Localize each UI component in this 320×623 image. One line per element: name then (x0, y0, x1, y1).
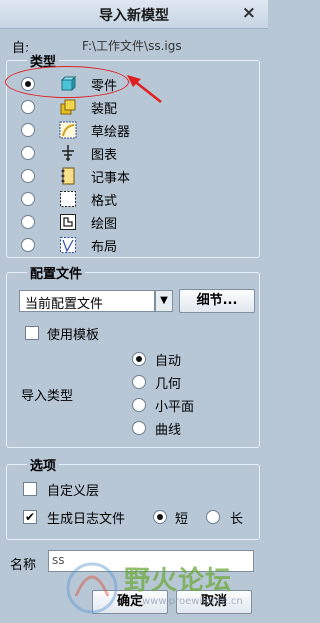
type-label-diagram: 图表 (91, 147, 118, 163)
config-group-label: 配置文件 (27, 263, 86, 282)
close-icon[interactable]: × (242, 3, 256, 23)
type-label-sketch: 草绘器 (91, 124, 131, 140)
type-option-drawing[interactable]: 绘图 (21, 212, 117, 232)
type-option-sketch[interactable]: 草绘器 (21, 120, 130, 140)
format-icon (60, 191, 76, 207)
generate-log-checkbox[interactable]: ✔ (23, 510, 37, 524)
import-label-curve: 曲线 (155, 423, 182, 438)
sketch-icon (59, 121, 77, 139)
ok-button[interactable]: 确定 (92, 590, 168, 614)
detail-button[interactable]: 细节... (179, 289, 255, 313)
cancel-button[interactable]: 取消 (176, 590, 252, 614)
type-radio-layout[interactable] (21, 238, 35, 252)
dialog-title: 导入新模型 (99, 8, 169, 24)
name-label: 名称 (10, 558, 37, 573)
import-radio-auto[interactable] (132, 352, 146, 366)
title-bar: 导入新模型 × (0, 0, 268, 29)
import-label-geometry: 几何 (155, 377, 182, 392)
import-label-auto: 自动 (155, 354, 182, 369)
annotation-ellipse (5, 66, 129, 98)
type-option-diagram[interactable]: 图表 (21, 143, 117, 163)
type-radio-assembly[interactable] (21, 100, 35, 114)
type-radio-drawing[interactable] (21, 215, 35, 229)
generate-log-label: 生成日志文件 (47, 512, 126, 527)
log-long-label: 长 (230, 512, 244, 527)
type-radio-notebook[interactable] (21, 169, 35, 183)
type-option-layout[interactable]: 布局 (21, 235, 117, 255)
type-label-notebook: 记事本 (91, 170, 131, 186)
type-radio-sketch[interactable] (21, 123, 35, 137)
log-long-radio[interactable] (206, 510, 220, 524)
import-radio-curve[interactable] (132, 421, 146, 435)
config-group: 配置文件 当前配置文件 ▼ 细节... 使用模板 导入类型 自动 几何 小平面 … (6, 263, 260, 448)
assembly-icon (60, 99, 76, 115)
import-radio-facet[interactable] (132, 398, 146, 412)
chevron-down-icon[interactable]: ▼ (155, 290, 173, 312)
use-template-label: 使用模板 (47, 328, 100, 343)
type-radio-format[interactable] (21, 192, 35, 206)
layout-icon (60, 237, 76, 253)
type-option-assembly[interactable]: 装配 (21, 97, 117, 117)
log-short-label: 短 (175, 512, 189, 527)
drawing-icon (60, 214, 76, 230)
log-short-radio[interactable] (153, 510, 167, 524)
annotation-arrow-icon (127, 75, 162, 103)
type-radio-diagram[interactable] (21, 146, 35, 160)
custom-layer-label: 自定义层 (47, 484, 100, 499)
type-option-notebook[interactable]: 记事本 (21, 166, 130, 186)
import-label-facet: 小平面 (155, 400, 195, 415)
name-input[interactable]: ss (48, 550, 254, 572)
custom-layer-checkbox[interactable] (23, 482, 37, 496)
type-label-layout: 布局 (91, 239, 118, 255)
diagram-icon (62, 145, 74, 161)
type-label-drawing: 绘图 (91, 216, 118, 232)
use-template-checkbox[interactable] (25, 326, 39, 340)
type-option-format[interactable]: 格式 (21, 189, 117, 209)
type-label-assembly: 装配 (91, 101, 118, 117)
options-group-label: 选项 (27, 455, 60, 474)
profile-select[interactable]: 当前配置文件 (19, 290, 155, 312)
from-path: F:\工作文件\ss.igs (82, 39, 182, 53)
options-group: 选项 自定义层 ✔ 生成日志文件 短 长 (6, 455, 260, 540)
import-radio-geometry[interactable] (132, 375, 146, 389)
import-type-label: 导入类型 (21, 389, 74, 404)
type-label-format: 格式 (91, 193, 118, 209)
notebook-icon (61, 167, 75, 185)
